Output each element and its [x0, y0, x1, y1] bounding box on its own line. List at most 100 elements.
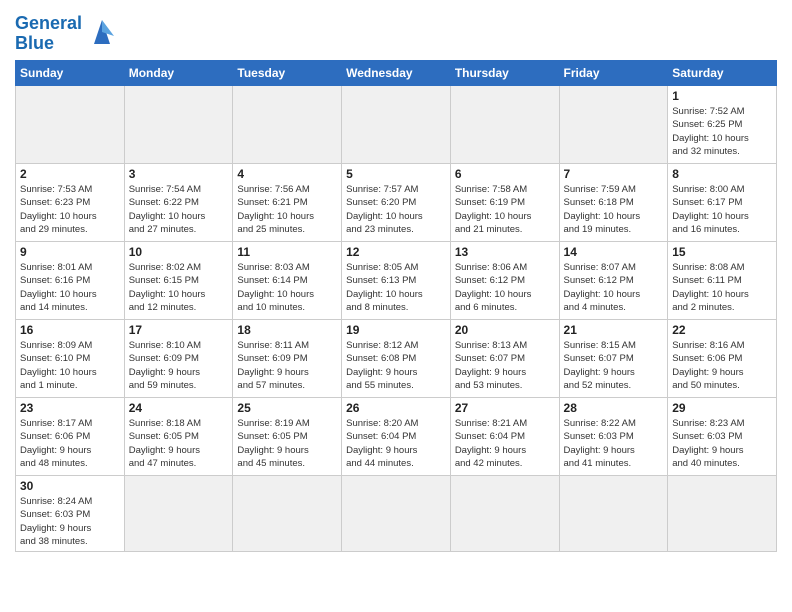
logo-general: General — [15, 13, 82, 33]
calendar-cell: 14 Sunrise: 8:07 AMSunset: 6:12 PMDayligh… — [559, 242, 668, 320]
day-info: Sunrise: 8:23 AMSunset: 6:03 PMDaylight:… — [672, 417, 772, 470]
day-info: Sunrise: 8:00 AMSunset: 6:17 PMDaylight:… — [672, 183, 772, 236]
day-number: 12 — [346, 245, 446, 259]
weekday-header-tuesday: Tuesday — [233, 61, 342, 86]
day-info: Sunrise: 8:21 AMSunset: 6:04 PMDaylight:… — [455, 417, 555, 470]
calendar-cell: 24 Sunrise: 8:18 AMSunset: 6:05 PMDayligh… — [124, 398, 233, 476]
calendar-cell: 30 Sunrise: 8:24 AMSunset: 6:03 PMDayligh… — [16, 476, 125, 552]
calendar-cell: 23 Sunrise: 8:17 AMSunset: 6:06 PMDayligh… — [16, 398, 125, 476]
day-info: Sunrise: 7:57 AMSunset: 6:20 PMDaylight:… — [346, 183, 446, 236]
day-info: Sunrise: 8:24 AMSunset: 6:03 PMDaylight:… — [20, 495, 120, 548]
calendar-cell: 9 Sunrise: 8:01 AMSunset: 6:16 PMDaylight… — [16, 242, 125, 320]
header-area: General Blue — [15, 10, 777, 54]
day-number: 2 — [20, 167, 120, 181]
calendar-week-row: 30 Sunrise: 8:24 AMSunset: 6:03 PMDayligh… — [16, 476, 777, 552]
calendar-cell — [124, 476, 233, 552]
day-info: Sunrise: 8:15 AMSunset: 6:07 PMDaylight:… — [564, 339, 664, 392]
calendar-cell: 16 Sunrise: 8:09 AMSunset: 6:10 PMDayligh… — [16, 320, 125, 398]
weekday-header-sunday: Sunday — [16, 61, 125, 86]
day-number: 14 — [564, 245, 664, 259]
day-number: 24 — [129, 401, 229, 415]
calendar-cell — [124, 86, 233, 164]
day-info: Sunrise: 8:16 AMSunset: 6:06 PMDaylight:… — [672, 339, 772, 392]
calendar-cell: 27 Sunrise: 8:21 AMSunset: 6:04 PMDayligh… — [450, 398, 559, 476]
day-info: Sunrise: 7:59 AMSunset: 6:18 PMDaylight:… — [564, 183, 664, 236]
day-number: 9 — [20, 245, 120, 259]
day-info: Sunrise: 8:10 AMSunset: 6:09 PMDaylight:… — [129, 339, 229, 392]
calendar-week-row: 16 Sunrise: 8:09 AMSunset: 6:10 PMDayligh… — [16, 320, 777, 398]
calendar-cell — [233, 476, 342, 552]
calendar-week-row: 9 Sunrise: 8:01 AMSunset: 6:16 PMDaylight… — [16, 242, 777, 320]
day-number: 29 — [672, 401, 772, 415]
day-number: 28 — [564, 401, 664, 415]
day-info: Sunrise: 7:52 AMSunset: 6:25 PMDaylight:… — [672, 105, 772, 158]
day-number: 19 — [346, 323, 446, 337]
calendar-week-row: 23 Sunrise: 8:17 AMSunset: 6:06 PMDayligh… — [16, 398, 777, 476]
calendar-cell — [16, 86, 125, 164]
day-number: 26 — [346, 401, 446, 415]
logo-text: General Blue — [15, 13, 82, 53]
calendar-cell — [233, 86, 342, 164]
day-info: Sunrise: 7:54 AMSunset: 6:22 PMDaylight:… — [129, 183, 229, 236]
calendar-cell: 4Sunrise: 7:56 AMSunset: 6:21 PMDaylight… — [233, 164, 342, 242]
day-number: 16 — [20, 323, 120, 337]
calendar-cell — [342, 476, 451, 552]
day-number: 21 — [564, 323, 664, 337]
day-number: 23 — [20, 401, 120, 415]
day-number: 1 — [672, 89, 772, 103]
logo-icon — [84, 16, 120, 52]
calendar-cell — [450, 86, 559, 164]
day-info: Sunrise: 8:22 AMSunset: 6:03 PMDaylight:… — [564, 417, 664, 470]
logo-blue: Blue — [15, 33, 54, 53]
day-number: 11 — [237, 245, 337, 259]
day-number: 8 — [672, 167, 772, 181]
calendar-cell: 17Sunrise: 8:10 AMSunset: 6:09 PMDayligh… — [124, 320, 233, 398]
calendar-cell: 3Sunrise: 7:54 AMSunset: 6:22 PMDaylight… — [124, 164, 233, 242]
calendar-cell: 6Sunrise: 7:58 AMSunset: 6:19 PMDaylight… — [450, 164, 559, 242]
calendar-cell: 22 Sunrise: 8:16 AMSunset: 6:06 PMDayligh… — [668, 320, 777, 398]
weekday-header-monday: Monday — [124, 61, 233, 86]
calendar-cell — [668, 476, 777, 552]
day-info: Sunrise: 8:02 AMSunset: 6:15 PMDaylight:… — [129, 261, 229, 314]
day-info: Sunrise: 8:01 AMSunset: 6:16 PMDaylight:… — [20, 261, 120, 314]
calendar-cell: 1 Sunrise: 7:52 AMSunset: 6:25 PMDaylight… — [668, 86, 777, 164]
calendar-cell: 2Sunrise: 7:53 AMSunset: 6:23 PMDaylight… — [16, 164, 125, 242]
calendar-cell: 10 Sunrise: 8:02 AMSunset: 6:15 PMDayligh… — [124, 242, 233, 320]
calendar-cell: 11Sunrise: 8:03 AMSunset: 6:14 PMDayligh… — [233, 242, 342, 320]
calendar-cell: 20Sunrise: 8:13 AMSunset: 6:07 PMDayligh… — [450, 320, 559, 398]
calendar-cell: 7Sunrise: 7:59 AMSunset: 6:18 PMDaylight… — [559, 164, 668, 242]
day-info: Sunrise: 8:17 AMSunset: 6:06 PMDaylight:… — [20, 417, 120, 470]
calendar-cell: 28 Sunrise: 8:22 AMSunset: 6:03 PMDayligh… — [559, 398, 668, 476]
day-info: Sunrise: 8:19 AMSunset: 6:05 PMDaylight:… — [237, 417, 337, 470]
calendar-cell: 15Sunrise: 8:08 AMSunset: 6:11 PMDayligh… — [668, 242, 777, 320]
calendar-cell: 5Sunrise: 7:57 AMSunset: 6:20 PMDaylight… — [342, 164, 451, 242]
calendar-cell: 21 Sunrise: 8:15 AMSunset: 6:07 PMDayligh… — [559, 320, 668, 398]
day-number: 18 — [237, 323, 337, 337]
day-number: 22 — [672, 323, 772, 337]
weekday-header-row: SundayMondayTuesdayWednesdayThursdayFrid… — [16, 61, 777, 86]
calendar-cell: 26 Sunrise: 8:20 AMSunset: 6:04 PMDayligh… — [342, 398, 451, 476]
day-info: Sunrise: 8:12 AMSunset: 6:08 PMDaylight:… — [346, 339, 446, 392]
day-info: Sunrise: 8:11 AMSunset: 6:09 PMDaylight:… — [237, 339, 337, 392]
day-info: Sunrise: 8:05 AMSunset: 6:13 PMDaylight:… — [346, 261, 446, 314]
logo: General Blue — [15, 14, 120, 54]
calendar-cell: 8 Sunrise: 8:00 AMSunset: 6:17 PMDaylight… — [668, 164, 777, 242]
day-number: 30 — [20, 479, 120, 493]
day-info: Sunrise: 8:07 AMSunset: 6:12 PMDaylight:… — [564, 261, 664, 314]
day-info: Sunrise: 8:08 AMSunset: 6:11 PMDaylight:… — [672, 261, 772, 314]
weekday-header-thursday: Thursday — [450, 61, 559, 86]
day-number: 4 — [237, 167, 337, 181]
day-number: 27 — [455, 401, 555, 415]
calendar-cell: 12 Sunrise: 8:05 AMSunset: 6:13 PMDayligh… — [342, 242, 451, 320]
day-number: 13 — [455, 245, 555, 259]
page: General Blue SundayMondayTuesdayWednesda… — [0, 0, 792, 612]
calendar-cell: 18 Sunrise: 8:11 AMSunset: 6:09 PMDayligh… — [233, 320, 342, 398]
day-info: Sunrise: 8:20 AMSunset: 6:04 PMDaylight:… — [346, 417, 446, 470]
calendar-cell: 19 Sunrise: 8:12 AMSunset: 6:08 PMDayligh… — [342, 320, 451, 398]
calendar-cell: 25Sunrise: 8:19 AMSunset: 6:05 PMDayligh… — [233, 398, 342, 476]
day-number: 20 — [455, 323, 555, 337]
day-info: Sunrise: 8:18 AMSunset: 6:05 PMDaylight:… — [129, 417, 229, 470]
day-number: 10 — [129, 245, 229, 259]
day-info: Sunrise: 8:09 AMSunset: 6:10 PMDaylight:… — [20, 339, 120, 392]
day-info: Sunrise: 7:58 AMSunset: 6:19 PMDaylight:… — [455, 183, 555, 236]
